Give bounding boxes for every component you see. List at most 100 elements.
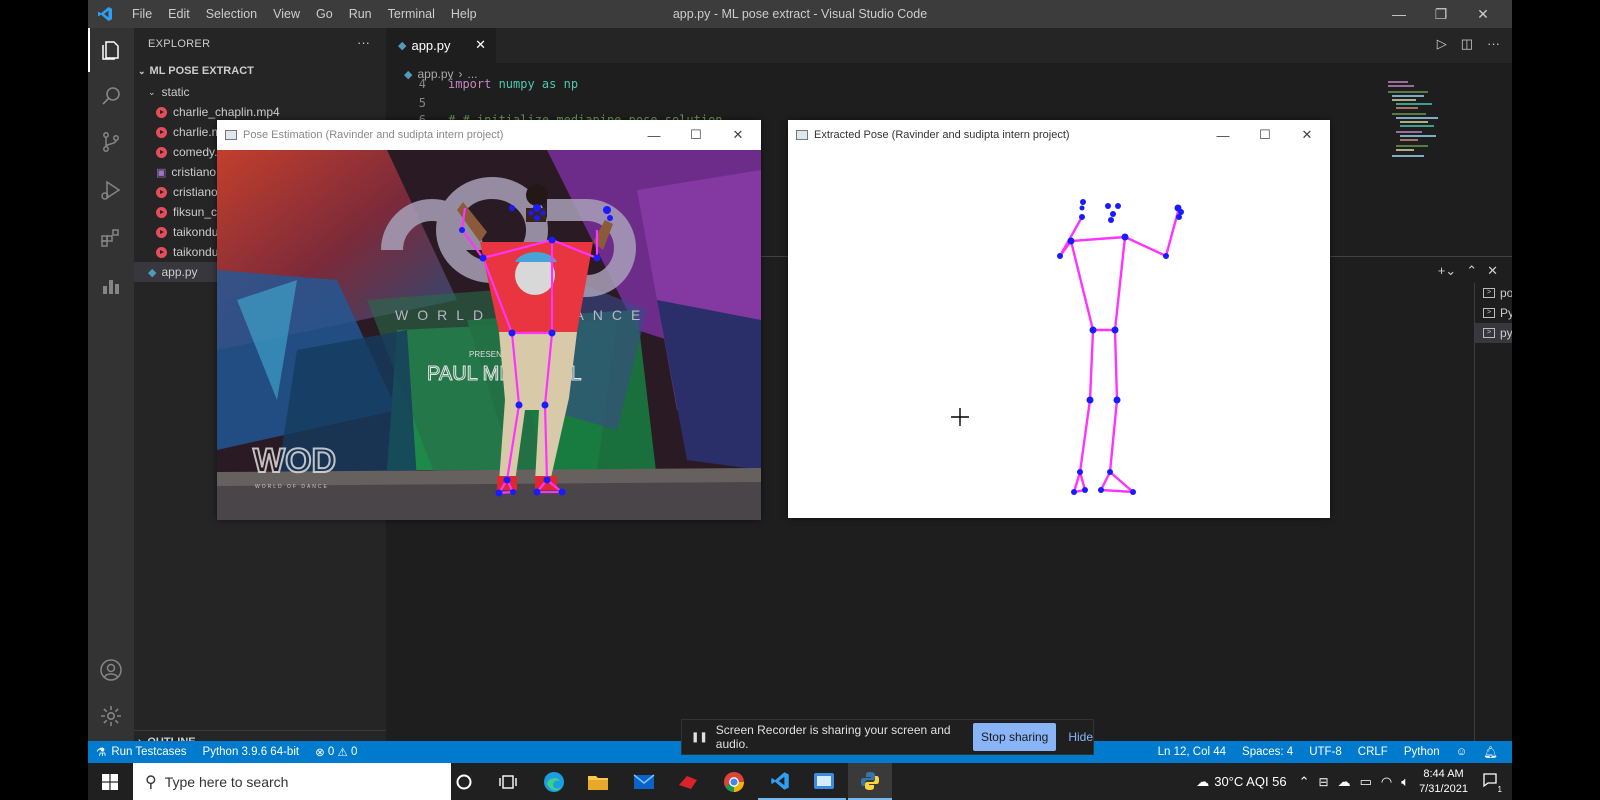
pose-window-titlebar[interactable]: Pose Estimation (Ravinder and sudipta in… xyxy=(217,120,761,150)
python-taskbar-icon[interactable] xyxy=(848,763,892,800)
tab-label: app.py xyxy=(411,38,451,53)
run-file-icon[interactable]: ▷ xyxy=(1437,36,1447,52)
task-view-icon[interactable] xyxy=(486,763,530,800)
problems-indicator[interactable]: ⊗ 0 ⚠ 0 xyxy=(307,745,365,759)
pause-icon[interactable]: ❚❚ xyxy=(691,732,708,743)
file-label: taikondu xyxy=(173,245,219,259)
settings-gear-icon[interactable] xyxy=(88,694,134,738)
close-window-button[interactable]: ✕ xyxy=(1462,0,1504,28)
file-explorer-icon[interactable] xyxy=(576,763,620,800)
volume-icon[interactable]: 🔈︎ xyxy=(1401,774,1409,790)
terminal-item-python[interactable]: > Python xyxy=(1475,303,1512,323)
list-item[interactable]: charlie_chaplin.mp4 xyxy=(134,102,386,122)
pose-video-frame: WORLD OF DANCE PRESENTED PAUL MITCHELL W… xyxy=(217,150,761,520)
folder-static[interactable]: ⌄ static xyxy=(134,82,386,102)
battery-icon[interactable]: ▭ xyxy=(1360,774,1372,790)
menu-run[interactable]: Run xyxy=(341,0,380,28)
interpreter-selector[interactable]: Python 3.9.6 64-bit xyxy=(195,746,308,758)
menu-edit[interactable]: Edit xyxy=(160,0,198,28)
menu-view[interactable]: View xyxy=(265,0,308,28)
feedback-icon[interactable]: ☺ xyxy=(1448,746,1476,758)
explorer-icon[interactable] xyxy=(88,28,134,72)
code-line[interactable]: 4 import numpy as np xyxy=(386,75,1086,94)
extensions-icon[interactable] xyxy=(88,216,134,260)
chrome-icon[interactable] xyxy=(712,763,756,800)
video-file-icon xyxy=(156,146,167,158)
account-icon[interactable] xyxy=(88,648,134,692)
source-control-icon[interactable] xyxy=(88,120,134,164)
image-file-icon: ▣ xyxy=(156,166,167,179)
notifications-icon[interactable]: 1 xyxy=(1482,772,1503,794)
encoding[interactable]: UTF-8 xyxy=(1301,746,1350,758)
menu-file[interactable]: File xyxy=(124,0,160,28)
maximize-button[interactable]: ☐ xyxy=(675,120,717,150)
close-panel-icon[interactable]: ✕ xyxy=(1487,263,1498,279)
app-window-icon[interactable] xyxy=(802,763,846,800)
clock[interactable]: 8:44 AM 7/31/2021 xyxy=(1419,767,1468,797)
onedrive-icon[interactable]: ☁ xyxy=(1338,774,1351,790)
weather-icon[interactable]: ☁ xyxy=(1196,774,1209,790)
bell-icon[interactable]: 🔔︎ xyxy=(1475,745,1506,759)
menu-terminal[interactable]: Terminal xyxy=(380,0,443,28)
close-window-button[interactable]: ✕ xyxy=(1286,120,1328,150)
search-icon[interactable] xyxy=(88,74,134,118)
split-editor-icon[interactable]: ◫ xyxy=(1461,36,1473,52)
run-testcases-button[interactable]: ⚗ Run Testcases xyxy=(88,745,195,759)
project-folder[interactable]: ⌄ ML POSE EXTRACT xyxy=(134,60,386,82)
line-ending[interactable]: CRLF xyxy=(1350,746,1396,758)
language-mode[interactable]: Python xyxy=(1396,746,1448,758)
mail-icon[interactable] xyxy=(622,763,666,800)
terminal-icon: > xyxy=(1483,288,1495,298)
indentation[interactable]: Spaces: 4 xyxy=(1234,746,1301,758)
new-terminal-icon[interactable]: +⌄ xyxy=(1438,263,1456,279)
weather-label[interactable]: 30°C AQI 56 xyxy=(1214,774,1286,789)
chevron-down-icon: ⌄ xyxy=(148,86,156,97)
cursor-position[interactable]: Ln 12, Col 44 xyxy=(1150,746,1234,758)
maximize-button[interactable]: ☐ xyxy=(1244,120,1286,150)
maximize-panel-icon[interactable]: ⌃ xyxy=(1466,263,1477,279)
stop-sharing-button[interactable]: Stop sharing xyxy=(973,723,1057,751)
more-actions-icon[interactable]: ··· xyxy=(1487,36,1500,52)
file-label: cristiano xyxy=(173,185,218,199)
close-window-button[interactable]: ✕ xyxy=(717,120,759,150)
minimize-button[interactable]: — xyxy=(1378,0,1420,28)
minimap[interactable] xyxy=(1388,78,1478,178)
menu-go[interactable]: Go xyxy=(308,0,341,28)
terminal-icon: > xyxy=(1483,308,1495,318)
beaker-icon: ⚗ xyxy=(96,747,107,759)
notification-count: 1 xyxy=(1496,785,1503,794)
extracted-pose-window: Extracted Pose (Ravinder and sudipta int… xyxy=(788,120,1330,518)
close-tab-icon[interactable]: ✕ xyxy=(475,37,486,53)
video-file-icon xyxy=(156,206,167,218)
explorer-more-button[interactable]: ··· xyxy=(357,35,370,50)
minimize-button[interactable]: — xyxy=(1202,120,1244,150)
hide-button[interactable]: Hide xyxy=(1068,730,1093,744)
run-debug-icon[interactable] xyxy=(88,168,134,212)
chevron-up-icon[interactable]: ⌃ xyxy=(1299,774,1310,790)
folder-label: static xyxy=(161,85,190,99)
analytics-icon[interactable] xyxy=(88,264,134,308)
menu-selection[interactable]: Selection xyxy=(198,0,265,28)
restore-button[interactable]: ❐ xyxy=(1420,0,1462,28)
network-icon[interactable]: ⊟ xyxy=(1319,775,1329,789)
app-icon[interactable] xyxy=(666,763,710,800)
code-keyword: import xyxy=(448,77,492,91)
window-app-icon xyxy=(796,130,808,140)
wifi-icon[interactable]: ◠ xyxy=(1381,774,1392,790)
terminal-item-python-active[interactable]: > python xyxy=(1475,323,1512,343)
terminal-item-powershell[interactable]: > powershell xyxy=(1475,283,1512,303)
menu-help[interactable]: Help xyxy=(443,0,485,28)
taskbar-search-input[interactable]: ⚲ Type here to search xyxy=(133,763,451,800)
error-icon: ⊗ xyxy=(315,747,325,759)
chevron-down-icon: ⌄ xyxy=(138,65,146,76)
edge-browser-icon[interactable] xyxy=(532,763,576,800)
windows-start-icon[interactable] xyxy=(88,763,132,800)
cortana-icon[interactable] xyxy=(442,763,486,800)
warning-icon: ⚠ xyxy=(337,747,348,759)
extract-window-titlebar[interactable]: Extracted Pose (Ravinder and sudipta int… xyxy=(788,120,1330,150)
wod-logo-sub: WORLD OF DANCE xyxy=(255,484,329,490)
tab-app-py[interactable]: ◆ app.py ✕ xyxy=(386,28,496,63)
screen: File Edit Selection View Go Run Terminal… xyxy=(88,0,1512,800)
vscode-taskbar-icon[interactable] xyxy=(758,763,802,800)
minimize-button[interactable]: — xyxy=(633,120,675,150)
